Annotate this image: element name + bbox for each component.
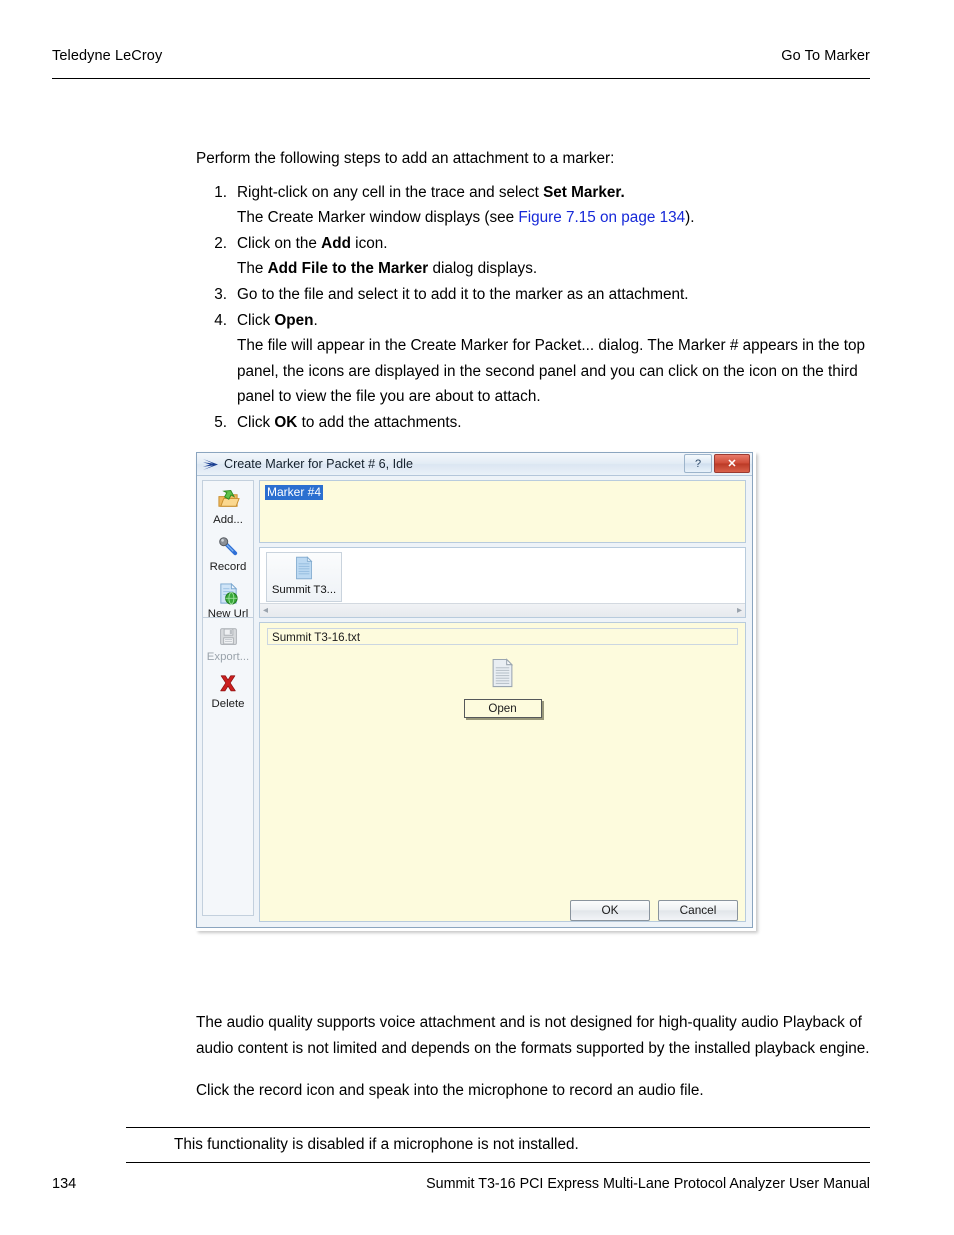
microphone-icon [217,533,240,560]
manual-title: Summit T3-16 PCI Express Multi-Lane Prot… [426,1176,870,1192]
page-number: 134 [52,1176,77,1192]
figure-cross-reference-link[interactable]: Figure 7.15 on page 134 [518,209,685,226]
list-item: 3. Go to the file and select it to add i… [196,282,876,308]
page-footer: 134 Summit T3-16 PCI Express Multi-Lane … [52,1176,870,1192]
attachment-icons-panel[interactable]: Summit T3... ◂ ▸ [259,547,746,618]
delete-button-label: Delete [211,698,245,710]
new-url-button[interactable]: New Url [203,580,253,621]
step-text-bold: Set Marker. [543,183,625,201]
dialog-toolbar: Add... Record New Url Export... Delete [197,476,257,927]
attachment-tile-caption: Summit T3... [271,584,337,596]
step-number: 5. [214,413,227,431]
dialog-body: Add... Record New Url Export... Delete M… [197,476,752,927]
open-button[interactable]: Open [463,699,542,718]
dialog-title: Create Marker for Packet # 6, Idle [224,457,413,471]
attachment-tile[interactable]: Summit T3... [266,552,342,602]
instructions-block: Perform the following steps to add an at… [196,146,876,436]
step-subline: The Add File to the Marker dialog displa… [237,256,876,282]
step-text-pre: Click on the [237,234,322,252]
header-company: Teledyne LeCroy [52,48,163,64]
dialog-titlebar[interactable]: Create Marker for Packet # 6, Idle ? ✕ [197,453,752,476]
step-text-bold: Open [274,311,314,329]
list-item: 2. Click on the Add icon. The Add File t… [196,231,876,282]
step-text: Right-click on any cell in the trace and… [237,184,625,201]
subline-post: ). [685,209,695,227]
help-button[interactable]: ? [684,454,712,473]
step-text-post: to add the attachments. [297,413,462,431]
subline-pre: The Create Marker window displays (see [237,209,519,227]
list-item: 4. Click Open. The file will appear in t… [196,308,876,410]
record-instruction-paragraph: Click the record icon and speak into the… [196,1082,704,1100]
toolbar-group-primary: Add... Record New Url [202,480,254,621]
delete-button[interactable]: Delete [203,670,253,711]
subline-bold: Add File to the Marker [267,260,429,278]
list-item: 5. Click OK to add the attachments. [196,410,876,436]
export-button-label: Export... [206,651,250,663]
header-section: Go To Marker [781,48,870,64]
toolbar-group-secondary: Export... Delete [202,618,254,916]
dialog-footer: OK Cancel [197,893,752,927]
steps-list: 1. Right-click on any cell in the trace … [196,180,876,436]
step-number: 4. [214,311,227,329]
step-text: Click OK to add the attachments. [237,414,461,431]
file-name-field[interactable]: Summit T3-16.txt [267,628,738,645]
cancel-button[interactable]: Cancel [658,899,738,921]
lecroy-chevron-icon [202,457,219,472]
step-text: Click Open. [237,312,318,329]
step-subline: The Create Marker window displays (see F… [237,205,876,231]
document-globe-icon [217,580,240,607]
create-marker-dialog[interactable]: Create Marker for Packet # 6, Idle ? ✕ A… [196,452,753,928]
close-icon[interactable]: ✕ [714,454,750,473]
page-header: Teledyne LeCroy Go To Marker [52,48,870,79]
list-item: 1. Right-click on any cell in the trace … [196,180,876,231]
lower-text-block: The audio quality supports voice attachm… [196,1010,876,1104]
step-text-pre: Right-click on any cell in the trace and… [237,183,544,201]
record-button[interactable]: Record [203,533,253,574]
step-text-bold: Add [321,234,351,252]
subline-pre: The [237,260,268,278]
ok-button[interactable]: OK [570,899,650,921]
horizontal-scrollbar[interactable]: ◂ ▸ [260,603,745,617]
dialog-panels: Marker #4 Summit T3... ◂ ▸ Summit T3-16.… [257,476,752,927]
marker-name-value[interactable]: Marker #4 [265,485,324,500]
step-subparagraph: The file will appear in the Create Marke… [237,337,866,406]
export-button[interactable]: Export... [203,623,253,664]
titlebar-buttons: ? ✕ [684,454,750,473]
step-text-bold: OK [274,413,298,431]
new-url-button-label: New Url [207,608,249,620]
step-text-post: . [313,311,318,329]
step-number: 3. [214,285,227,303]
audio-quality-paragraph: The audio quality supports voice attachm… [196,1014,870,1057]
preview-content: Open [267,658,738,718]
intro-paragraph: Perform the following steps to add an at… [196,150,615,167]
step-text: Click on the Add icon. [237,235,387,252]
note-text: This functionality is disabled if a micr… [174,1136,579,1153]
step-text-post: icon. [350,234,388,252]
step-number: 2. [214,234,227,252]
step-text-pre: Click [237,413,275,431]
red-x-icon [217,670,239,697]
step-text: Go to the file and select it to add it t… [237,285,689,303]
add-button[interactable]: Add... [203,486,253,527]
text-document-icon[interactable] [490,658,515,691]
marker-name-panel[interactable]: Marker #4 [259,480,746,543]
step-text-pre: Click [237,311,275,329]
step-number: 1. [214,183,227,201]
floppy-disk-icon [218,623,239,650]
note-callout: This functionality is disabled if a micr… [126,1127,870,1163]
attachment-preview-panel: Summit T3-16.txt Open [259,622,746,922]
folder-open-green-arrow-icon [217,486,240,513]
add-button-label: Add... [213,514,243,526]
text-document-icon [294,556,314,583]
scroll-right-arrow-icon[interactable]: ▸ [737,605,742,616]
record-button-label: Record [209,561,247,573]
subline-post: dialog displays. [428,260,538,278]
scroll-left-arrow-icon[interactable]: ◂ [263,605,268,616]
